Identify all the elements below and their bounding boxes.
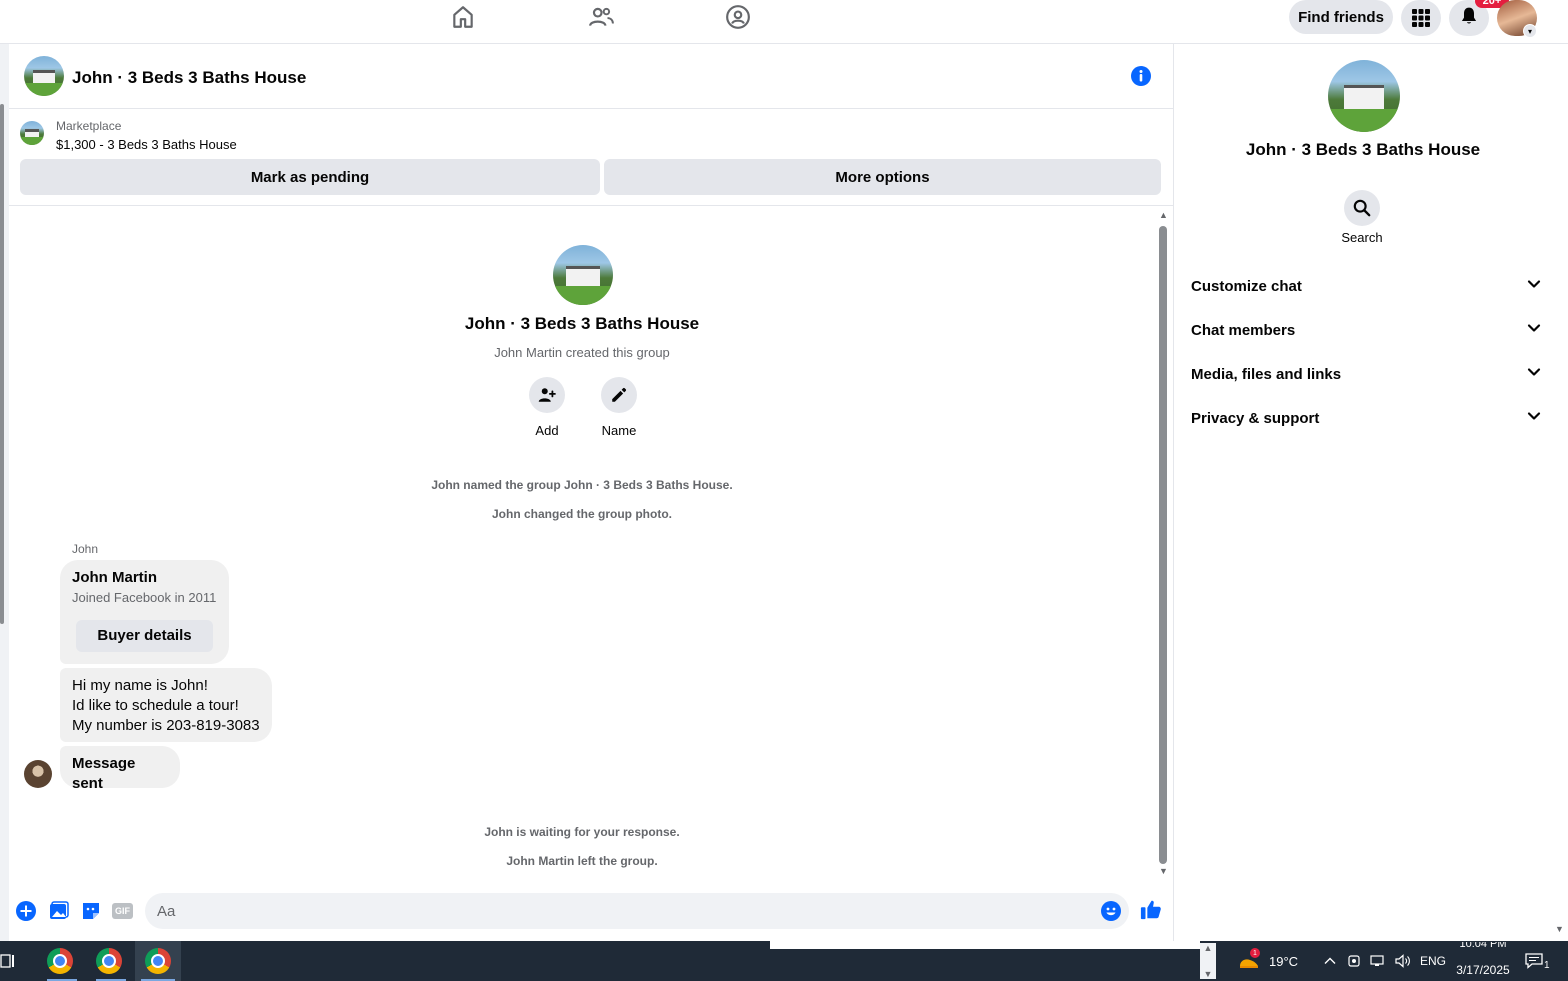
section-label: Privacy & support (1191, 409, 1320, 427)
name-label: Name (601, 423, 637, 438)
group-photo[interactable] (553, 245, 613, 305)
section-label: Chat members (1191, 321, 1296, 339)
sender-name: John (72, 542, 99, 556)
task-view-icon[interactable] (0, 953, 16, 969)
message-line: Id like to schedule a tour! (72, 697, 239, 714)
chrome-taskbar-app[interactable] (37, 941, 83, 981)
marketplace-label: Marketplace (56, 119, 122, 133)
chrome-icon (145, 948, 171, 974)
listing-thumbnail[interactable] (20, 121, 44, 145)
chevron-down-icon (1527, 277, 1541, 295)
section-customize-chat[interactable]: Customize chat (1191, 266, 1541, 306)
created-by-text: John Martin created this group (494, 345, 670, 360)
notification-center-icon[interactable]: 1 (1525, 941, 1550, 981)
bell-icon (1459, 6, 1479, 31)
message-composer: GIF Aa (9, 880, 1173, 941)
panel-group-photo[interactable] (1328, 60, 1400, 132)
chat-title[interactable]: John · 3 Beds 3 Baths House (72, 68, 306, 88)
scroll-up-arrow[interactable]: ▲ (1159, 210, 1168, 220)
left-scrollbar[interactable] (0, 44, 9, 941)
like-icon[interactable] (1140, 899, 1162, 921)
section-label: Media, files and links (1191, 365, 1342, 383)
pencil-icon (601, 377, 637, 413)
group-title: John · 3 Beds 3 Baths House (464, 314, 700, 333)
info-icon[interactable] (1130, 65, 1152, 87)
section-privacy-support[interactable]: Privacy & support (1191, 398, 1541, 438)
temperature: 19°C (1269, 953, 1299, 969)
weather-icon: 1 (1238, 948, 1260, 970)
panel-scroll-down-arrow[interactable]: ▼ (1555, 924, 1564, 934)
scroll-down-arrow[interactable]: ▼ (1159, 866, 1168, 876)
message-line: Hi my name is John! (72, 677, 208, 694)
taskbar-scroll[interactable]: ▲ ▼ (1200, 943, 1216, 979)
chrome-icon (96, 948, 122, 974)
marketplace-strip: Marketplace $1,300 - 3 Beds 3 Baths Hous… (9, 109, 1173, 206)
sender-avatar[interactable] (24, 760, 52, 788)
chat-details-panel: John · 3 Beds 3 Baths House Search Custo… (1173, 44, 1568, 941)
network-icon[interactable] (1370, 941, 1386, 981)
chat-thread: ▲ ▼ John · 3 Beds 3 Baths House John Mar… (9, 206, 1173, 880)
chrome-icon (47, 948, 73, 974)
photo-icon[interactable] (49, 901, 69, 921)
system-message: John named the group John · 3 Beds 3 Bat… (431, 478, 733, 492)
search-icon[interactable] (1344, 190, 1380, 226)
friends-icon[interactable] (586, 2, 616, 32)
clock[interactable]: 10:04 PM 3/17/2025 (1456, 942, 1510, 977)
name-group-button[interactable]: Name (601, 377, 637, 438)
search-label: Search (1341, 230, 1383, 245)
chat-header: John · 3 Beds 3 Baths House (9, 44, 1173, 109)
groups-icon[interactable] (723, 2, 753, 32)
profile-card-bubble: John Martin Joined Facebook in 2011 Buye… (60, 560, 229, 664)
emoji-icon[interactable] (1101, 901, 1121, 921)
find-friends-button[interactable]: Find friends (1289, 0, 1393, 34)
buyer-details-button[interactable]: Buyer details (76, 620, 213, 652)
chevron-down-icon (1527, 365, 1541, 383)
clock-time: 10:04 PM (1459, 942, 1507, 950)
language-indicator[interactable]: ENG (1420, 941, 1446, 981)
sticker-icon[interactable] (81, 901, 101, 921)
section-media-files-links[interactable]: Media, files and links (1191, 354, 1541, 394)
message-input-placeholder: Aa (157, 903, 176, 920)
system-message: John Martin left the group. (506, 854, 658, 868)
section-label: Customize chat (1191, 277, 1302, 295)
message-sent-bubble[interactable]: Message sent (60, 746, 180, 792)
add-member-button[interactable]: Add (529, 377, 565, 438)
system-message: John changed the group photo. (492, 507, 672, 521)
top-navigation: Find friends 20+ ▾ (0, 0, 1568, 44)
clock-date: 3/17/2025 (1456, 963, 1510, 977)
listing-title[interactable]: $1,300 - 3 Beds 3 Baths House (56, 137, 237, 152)
chevron-down-icon[interactable]: ▾ (1523, 24, 1537, 38)
more-options-button[interactable]: More options (604, 159, 1161, 195)
windows-taskbar: ▲ ▼ 1 19°C ENG 10:04 PM 3/17/2025 1 (0, 941, 1568, 981)
notification-count: 1 (1544, 959, 1550, 971)
panel-title: John · 3 Beds 3 Baths House (1245, 140, 1481, 159)
profile-card-name: John Martin (72, 569, 157, 586)
gif-icon[interactable]: GIF (112, 903, 133, 919)
home-icon[interactable] (448, 2, 478, 32)
chevron-down-icon (1527, 409, 1541, 427)
volume-icon[interactable] (1395, 941, 1411, 981)
message-line: My number is 203-819-3083 (72, 717, 260, 734)
add-person-icon (529, 377, 565, 413)
message-input[interactable]: Aa (145, 893, 1129, 929)
weather-badge: 1 (1250, 948, 1260, 958)
plus-icon[interactable] (16, 901, 36, 921)
meet-icon[interactable] (1347, 941, 1361, 981)
section-chat-members[interactable]: Chat members (1191, 310, 1541, 350)
chrome-taskbar-app-active[interactable] (135, 941, 181, 981)
add-label: Add (535, 423, 559, 438)
menu-grid-icon[interactable] (1401, 0, 1441, 36)
chat-scrollbar[interactable] (1159, 226, 1167, 864)
group-avatar[interactable] (24, 56, 64, 96)
profile-card-joined: Joined Facebook in 2011 (72, 590, 217, 605)
chevron-down-icon (1527, 321, 1541, 339)
mark-as-pending-button[interactable]: Mark as pending (20, 159, 600, 195)
message-bubble[interactable]: Hi my name is John! Id like to schedule … (60, 668, 272, 742)
show-hidden-icons[interactable] (1323, 941, 1337, 981)
weather-widget[interactable]: 1 19°C (1238, 941, 1298, 981)
system-message: John is waiting for your response. (484, 825, 680, 839)
chrome-taskbar-app[interactable] (86, 941, 132, 981)
